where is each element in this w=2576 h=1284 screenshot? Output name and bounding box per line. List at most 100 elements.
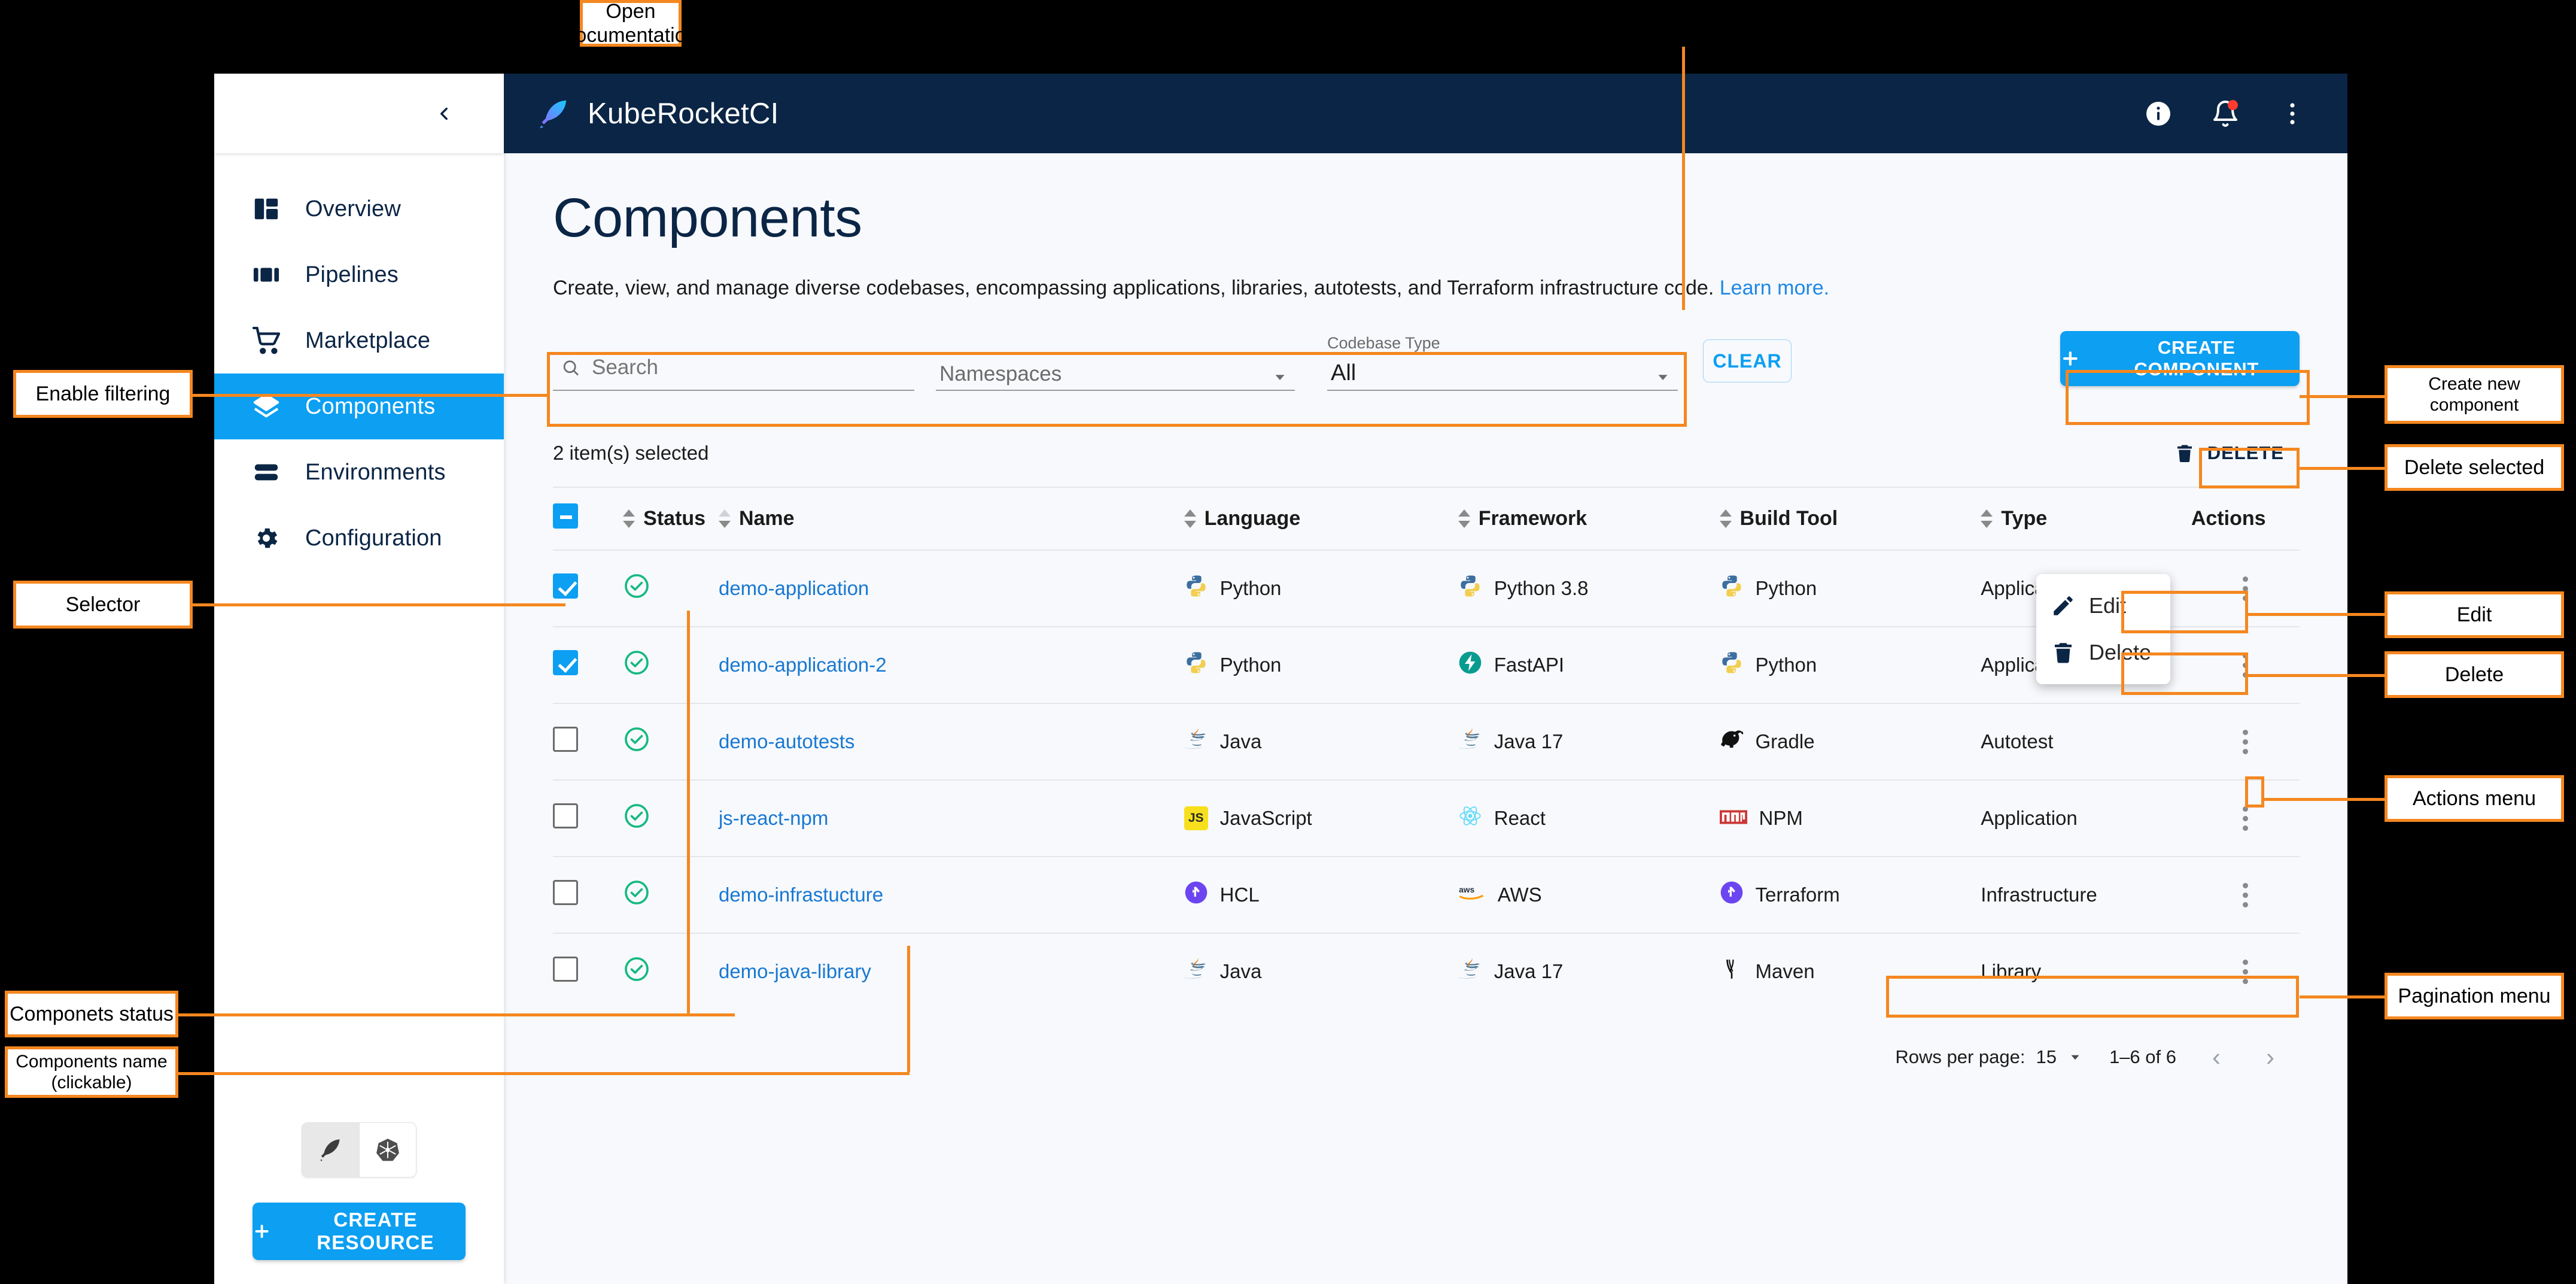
component-name-link[interactable]: demo-java-library bbox=[719, 960, 871, 982]
sort-icon[interactable] bbox=[718, 509, 731, 529]
sort-icon[interactable] bbox=[623, 509, 635, 529]
row-actions-cell bbox=[2191, 933, 2300, 1009]
kubernetes-helm-icon[interactable] bbox=[358, 1123, 416, 1177]
row-actions-button[interactable] bbox=[2191, 806, 2300, 831]
trash-icon bbox=[2177, 445, 2192, 462]
component-name-link[interactable]: js-react-npm bbox=[719, 807, 828, 829]
kuberocket-feather-icon[interactable] bbox=[302, 1123, 359, 1177]
codebase-type-select[interactable]: Codebase Type All bbox=[1327, 331, 1678, 391]
row-checkbox[interactable] bbox=[553, 573, 578, 599]
row-action-edit[interactable]: Edit bbox=[2036, 582, 2170, 629]
component-name-link[interactable]: demo-infrastucture bbox=[719, 884, 883, 906]
chevron-down-icon bbox=[1658, 375, 1668, 380]
row-build-tool-label: Python bbox=[1755, 654, 1817, 676]
row-framework-label: Java 17 bbox=[1494, 730, 1564, 752]
selection-toolbar: 2 item(s) selected DELETE bbox=[553, 430, 2300, 476]
sidebar-item-pipelines[interactable]: Pipelines bbox=[214, 242, 504, 308]
header-label: Framework bbox=[1478, 507, 1587, 530]
page-description: Create, view, and manage diverse codebas… bbox=[553, 277, 2300, 300]
brand-name: KubeRocketCI bbox=[588, 97, 779, 130]
component-name-link[interactable]: demo-application-2 bbox=[719, 654, 887, 676]
select-all-checkbox[interactable] bbox=[553, 503, 578, 529]
view-mode-toggle[interactable] bbox=[302, 1122, 416, 1177]
header-language[interactable]: Language bbox=[1184, 487, 1458, 551]
sidebar-item-configuration[interactable]: Configuration bbox=[214, 505, 504, 571]
row-checkbox[interactable] bbox=[553, 880, 578, 905]
row-language-label: Python bbox=[1219, 654, 1282, 676]
rows-per-page-value: 15 bbox=[2036, 1046, 2057, 1067]
rows-per-page[interactable]: Rows per page: 15 bbox=[1895, 1046, 2083, 1068]
codebase-type-label: Codebase Type bbox=[1327, 334, 1440, 352]
row-actions-button[interactable] bbox=[2191, 882, 2300, 907]
row-checkbox[interactable] bbox=[553, 650, 578, 675]
create-resource-button[interactable]: CREATE RESOURCE bbox=[253, 1203, 466, 1260]
overflow-menu-icon[interactable] bbox=[2274, 96, 2310, 132]
gear-icon bbox=[253, 524, 288, 552]
sidebar-item-overview[interactable]: Overview bbox=[214, 176, 504, 242]
annotation-delete-selected: Delete selected bbox=[2385, 444, 2564, 491]
row-select-cell bbox=[553, 627, 624, 704]
row-name-cell: demo-autotests bbox=[718, 703, 1184, 781]
sidebar-item-marketplace[interactable]: Marketplace bbox=[214, 308, 504, 374]
python-icon bbox=[1720, 574, 1744, 603]
sort-icon[interactable] bbox=[1184, 509, 1196, 529]
search-field[interactable] bbox=[553, 349, 914, 391]
pagination-next-button[interactable]: › bbox=[2256, 1043, 2284, 1071]
row-actions-button[interactable] bbox=[2191, 729, 2300, 754]
namespaces-control[interactable]: Namespaces bbox=[936, 356, 1295, 391]
row-language-cell: JS JavaScript bbox=[1184, 780, 1458, 857]
component-name-link[interactable]: demo-application bbox=[719, 577, 869, 599]
pagination-prev-button[interactable]: ‹ bbox=[2203, 1043, 2230, 1071]
row-actions-cell bbox=[2191, 857, 2300, 934]
row-language-cell: Java bbox=[1182, 933, 1458, 1009]
header-actions: Actions bbox=[2191, 487, 2300, 551]
row-status-cell bbox=[623, 857, 719, 934]
sidebar: Overview Pipelines Marketplace Component… bbox=[214, 74, 504, 1284]
row-action-delete[interactable]: Delete bbox=[2036, 629, 2170, 676]
sidebar-item-environments[interactable]: Environments bbox=[214, 439, 504, 505]
sort-icon[interactable] bbox=[1981, 509, 1993, 529]
header-build-tool[interactable]: Build Tool bbox=[1719, 487, 1981, 551]
row-framework-cell: Python 3.8 bbox=[1458, 550, 1720, 627]
sidebar-collapse-button[interactable] bbox=[427, 97, 461, 130]
sidebar-item-components[interactable]: Components bbox=[214, 374, 504, 439]
chevron-left-icon bbox=[440, 107, 448, 120]
row-checkbox[interactable] bbox=[553, 727, 578, 752]
gradle-icon bbox=[1720, 727, 1744, 756]
plus-icon bbox=[255, 1224, 269, 1239]
search-input[interactable] bbox=[592, 356, 908, 380]
chevron-down-icon bbox=[2071, 1055, 2079, 1060]
annotation-components-name: Components name (clickable) bbox=[5, 1046, 178, 1098]
component-name-link[interactable]: demo-autotests bbox=[719, 730, 854, 752]
annotation-leader-pagination-menu bbox=[2300, 995, 2385, 998]
python-icon bbox=[1458, 574, 1482, 603]
maven-icon bbox=[1720, 957, 1744, 986]
react-icon bbox=[1458, 804, 1482, 833]
table-row: demo-infrastucture HCL aws AWS Terraform Infr… bbox=[553, 857, 2300, 934]
row-checkbox[interactable] bbox=[553, 803, 578, 828]
learn-more-link[interactable]: Learn more. bbox=[1720, 277, 1829, 299]
codebase-type-control[interactable]: All bbox=[1327, 356, 1678, 391]
annotation-leader-components-name bbox=[178, 1072, 910, 1075]
sort-icon[interactable] bbox=[1719, 509, 1732, 529]
header-name[interactable]: Name bbox=[718, 487, 1184, 551]
create-component-button[interactable]: CREATE COMPONENT bbox=[2060, 331, 2300, 386]
codebase-type-value: All bbox=[1331, 360, 1357, 385]
header-type[interactable]: Type bbox=[1981, 487, 2191, 551]
namespaces-select[interactable]: Namespaces bbox=[936, 331, 1295, 391]
info-icon[interactable] bbox=[2140, 96, 2176, 132]
header-framework[interactable]: Framework bbox=[1458, 487, 1720, 551]
brand[interactable]: KubeRocketCI bbox=[537, 97, 779, 130]
row-framework-cell: aws AWS bbox=[1458, 857, 1720, 934]
sort-icon[interactable] bbox=[1458, 509, 1470, 529]
annotation-enable-filtering: Enable filtering bbox=[13, 370, 193, 418]
row-language-cell: Python bbox=[1184, 627, 1458, 704]
row-actions-button[interactable] bbox=[2191, 959, 2300, 984]
header-status[interactable]: Status bbox=[623, 487, 719, 551]
notifications-icon[interactable] bbox=[2207, 96, 2243, 132]
row-actions-button[interactable] bbox=[2191, 576, 2300, 601]
delete-selected-button[interactable]: DELETE bbox=[2158, 433, 2300, 473]
clear-filters-button[interactable]: CLEAR bbox=[1703, 339, 1792, 383]
row-checkbox[interactable] bbox=[553, 957, 578, 982]
header-label: Language bbox=[1204, 507, 1301, 530]
